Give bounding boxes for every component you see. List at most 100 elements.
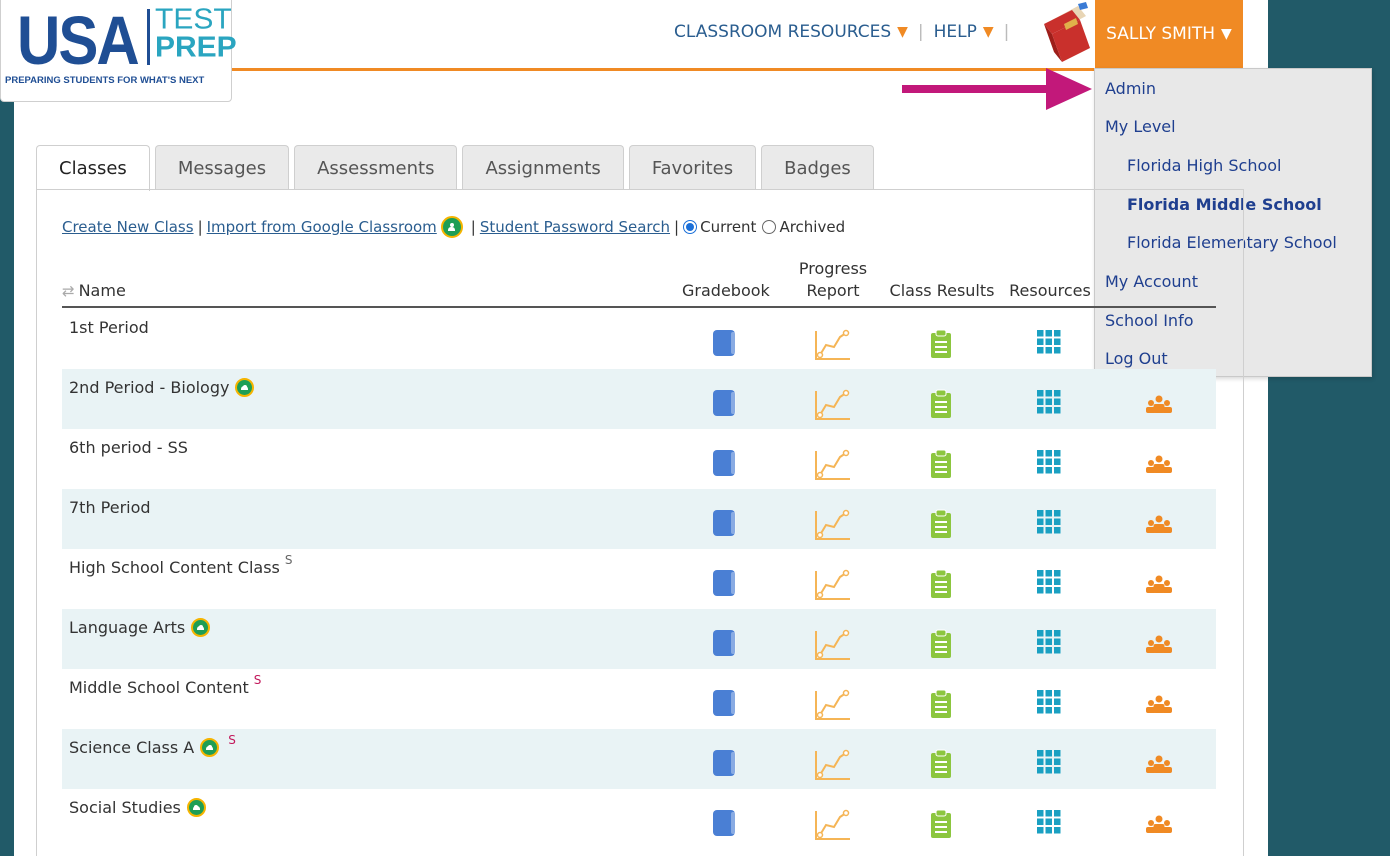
gradebook-icon[interactable] <box>711 629 739 661</box>
progress-report-icon[interactable] <box>814 509 852 545</box>
table-row: High School Content Class S <box>62 549 1216 609</box>
progress-report-icon[interactable] <box>814 329 852 365</box>
book-icon[interactable] <box>1038 2 1094 66</box>
class-name[interactable]: Language Arts <box>69 618 214 637</box>
students-icon[interactable] <box>1144 754 1174 778</box>
shared-class-marker: S <box>253 672 262 687</box>
class-results-icon[interactable] <box>930 509 952 543</box>
filter-separator: | <box>197 218 203 236</box>
class-results-icon[interactable] <box>930 809 952 843</box>
table-row: 7th Period <box>62 489 1216 549</box>
gradebook-icon[interactable] <box>711 389 739 421</box>
resources-icon[interactable] <box>1036 449 1062 479</box>
class-results-icon[interactable] <box>930 329 952 363</box>
class-name[interactable]: 1st Period <box>69 318 149 337</box>
class-name[interactable]: 6th period - SS <box>69 438 188 457</box>
resources-icon[interactable] <box>1036 809 1062 839</box>
progress-report-icon[interactable] <box>814 629 852 665</box>
caret-down-icon: ▼ <box>897 24 908 40</box>
shared-class-marker: S <box>284 552 293 567</box>
tab-badges[interactable]: Badges <box>761 145 874 190</box>
students-icon[interactable] <box>1144 694 1174 718</box>
class-results-icon[interactable] <box>930 689 952 723</box>
classroom-resources-menu[interactable]: CLASSROOM RESOURCES ▼ <box>674 22 908 42</box>
students-icon[interactable] <box>1144 814 1174 838</box>
class-name[interactable]: Middle School Content S <box>69 673 261 698</box>
resources-icon[interactable] <box>1036 629 1062 659</box>
menu-item-my-level[interactable]: My Level <box>1105 117 1176 136</box>
user-name: SALLY SMITH <box>1106 24 1216 44</box>
student-password-search-link[interactable]: Student Password Search <box>480 218 670 236</box>
google-classroom-icon <box>200 738 220 757</box>
class-name-label: 1st Period <box>69 318 149 337</box>
progress-report-icon[interactable] <box>814 569 852 605</box>
class-name[interactable]: High School Content Class S <box>69 553 293 578</box>
gradebook-icon[interactable] <box>711 569 739 601</box>
students-icon[interactable] <box>1144 514 1174 538</box>
tab-messages[interactable]: Messages <box>154 145 290 190</box>
progress-report-icon[interactable] <box>814 749 852 785</box>
class-name[interactable]: 2nd Period - Biology <box>69 378 258 397</box>
import-google-classroom-link[interactable]: Import from Google Classroom <box>207 218 437 236</box>
resources-icon[interactable] <box>1036 569 1062 599</box>
class-results-icon[interactable] <box>930 389 952 423</box>
gradebook-icon[interactable] <box>711 749 739 781</box>
classes-table-body: 1st Period 2nd Period - Biology 6th period… <box>62 309 1216 849</box>
gradebook-icon[interactable] <box>711 449 739 481</box>
filter-separator: | <box>470 218 476 236</box>
tab-assessments[interactable]: Assessments <box>294 145 458 190</box>
students-icon[interactable] <box>1144 634 1174 658</box>
resources-icon[interactable] <box>1036 329 1062 359</box>
class-results-icon[interactable] <box>930 449 952 483</box>
menu-item-level-high[interactable]: Florida High School <box>1127 156 1281 175</box>
tab-bar: Classes Messages Assessments Assignments… <box>36 145 874 191</box>
progress-report-icon[interactable] <box>814 809 852 845</box>
filter-separator: | <box>674 218 680 236</box>
name-column-header[interactable]: ⇄ Name <box>62 280 126 302</box>
students-icon[interactable] <box>1144 394 1174 418</box>
students-icon[interactable] <box>1144 454 1174 478</box>
gradebook-icon[interactable] <box>711 329 739 361</box>
help-menu[interactable]: HELP ▼ <box>934 22 994 42</box>
table-row: 6th period - SS <box>62 429 1216 489</box>
class-results-icon[interactable] <box>930 629 952 663</box>
gradebook-column-header: Gradebook <box>682 281 770 300</box>
progress-report-icon[interactable] <box>814 449 852 485</box>
help-label: HELP <box>933 22 977 42</box>
gradebook-icon[interactable] <box>711 689 739 721</box>
google-classroom-icon <box>440 216 463 238</box>
archived-radio[interactable] <box>762 220 777 234</box>
class-name[interactable]: Social Studies <box>69 798 210 817</box>
tab-classes[interactable]: Classes <box>36 145 150 191</box>
table-row: Language Arts <box>62 609 1216 669</box>
class-name[interactable]: Science Class A S <box>69 733 236 757</box>
resources-icon[interactable] <box>1036 749 1062 779</box>
usatestprep-logo[interactable]: USA TEST PREP PREPARING STUDENTS FOR WHA… <box>0 0 237 102</box>
resources-icon[interactable] <box>1036 689 1062 719</box>
gradebook-icon[interactable] <box>711 509 739 541</box>
create-new-class-link[interactable]: Create New Class <box>62 218 194 236</box>
class-results-icon[interactable] <box>930 749 952 783</box>
students-icon[interactable] <box>1144 574 1174 598</box>
user-menu-button[interactable]: SALLY SMITH ▼ <box>1095 0 1243 68</box>
class-results-icon[interactable] <box>930 569 952 603</box>
resources-icon[interactable] <box>1036 509 1062 539</box>
google-classroom-icon <box>191 618 211 637</box>
class-name-label: 2nd Period - Biology <box>69 378 230 397</box>
progress-report-icon[interactable] <box>814 689 852 725</box>
logo-prep: PREP <box>155 31 237 64</box>
tab-assignments[interactable]: Assignments <box>462 145 624 190</box>
sort-icon[interactable]: ⇄ <box>62 280 75 302</box>
tab-favorites[interactable]: Favorites <box>628 145 757 190</box>
progress-report-icon[interactable] <box>814 389 852 425</box>
resources-icon[interactable] <box>1036 389 1062 419</box>
gradebook-icon[interactable] <box>711 809 739 841</box>
menu-item-admin[interactable]: Admin <box>1105 79 1156 98</box>
resources-column-header: Resources <box>1009 281 1091 300</box>
class-name[interactable]: 7th Period <box>69 498 151 517</box>
current-label: Current <box>700 218 757 236</box>
nav-separator: | <box>917 22 924 42</box>
logo-tagline: PREPARING STUDENTS FOR WHAT'S NEXT <box>5 75 205 86</box>
shared-class-marker: S <box>228 732 236 747</box>
current-radio[interactable] <box>683 220 698 234</box>
